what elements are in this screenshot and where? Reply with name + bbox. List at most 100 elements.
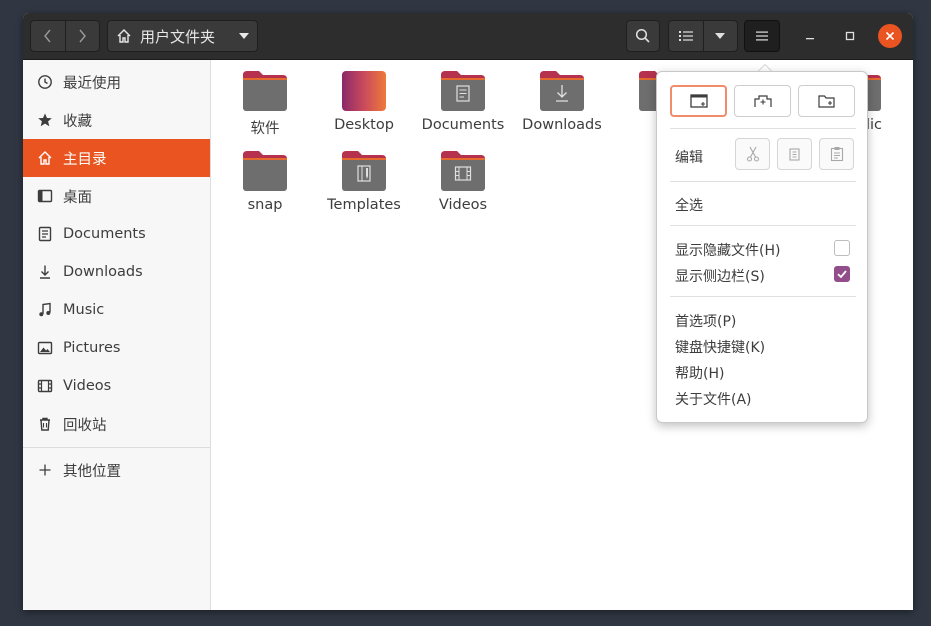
cut-button[interactable] (735, 138, 770, 170)
sidebar-item-label: 收藏 (63, 113, 92, 130)
chevron-down-icon (715, 33, 726, 39)
path-label: 用户文件夹 (140, 27, 216, 46)
show-hidden-files-menu-item[interactable]: 显示隐藏文件(H) (675, 240, 780, 260)
sidebar-item-music[interactable]: Music (23, 291, 210, 329)
view-buttons (668, 20, 738, 52)
file-name: Templates (327, 197, 401, 213)
home-icon (117, 29, 131, 43)
file-item[interactable]: Videos (418, 149, 508, 225)
file-item[interactable]: 软件 (220, 69, 310, 145)
popover-action-row (670, 85, 855, 117)
file-name: Documents (421, 117, 505, 133)
sidebar-item-label: Downloads (63, 264, 143, 280)
new-tab-button[interactable] (734, 85, 791, 117)
copy-button[interactable] (777, 138, 812, 170)
new-folder-icon (817, 95, 835, 108)
show-sidebar-menu-item[interactable]: 显示侧边栏(S) (675, 266, 765, 286)
desktop-folder-icon (342, 71, 386, 111)
paste-icon (830, 147, 843, 162)
close-button[interactable] (878, 24, 902, 48)
home-icon (37, 150, 53, 166)
show-hidden-files-checkbox[interactable] (834, 240, 850, 256)
file-name: lic (865, 117, 883, 133)
back-icon (44, 29, 51, 43)
sidebar-item-pictures[interactable]: Pictures (23, 329, 210, 367)
downloads-folder-icon (540, 71, 584, 111)
sidebar-item-starred[interactable]: 收藏 (23, 101, 210, 139)
clock-icon (37, 74, 53, 90)
sidebar-item-trash[interactable]: 回收站 (23, 405, 210, 443)
main-menu-popover: 编辑 全选 显示隐藏文件(H) 显示侧边栏(S) 首选项(P) 键盘快捷键(K)… (656, 71, 868, 423)
search-icon (635, 28, 650, 43)
folder-icon (243, 71, 287, 111)
preferences-menu-item[interactable]: 首选项(P) (675, 311, 736, 331)
file-item[interactable]: snap (220, 149, 310, 225)
sidebar-item-home[interactable]: 主目录 (23, 139, 210, 177)
new-folder-button[interactable] (798, 85, 855, 117)
sidebar-item-documents[interactable]: Documents (23, 215, 210, 253)
file-item[interactable]: Desktop (319, 69, 409, 145)
edit-label: 编辑 (675, 150, 703, 166)
file-name: snap (247, 197, 283, 213)
music-icon (37, 302, 53, 318)
keyboard-shortcuts-menu-item[interactable]: 键盘快捷键(K) (675, 337, 765, 357)
templates-folder-icon (342, 151, 386, 191)
file-name: Videos (438, 197, 488, 213)
file-item[interactable]: Templates (319, 149, 409, 225)
plus-icon (37, 462, 53, 478)
list-view-button[interactable] (669, 21, 703, 51)
places-sidebar: 最近使用 收藏 主目录 桌面 Documents Downloads Music (23, 60, 211, 610)
sidebar-item-label: Pictures (63, 340, 121, 356)
back-button[interactable] (31, 21, 65, 51)
copy-icon (788, 148, 800, 161)
path-bar-button[interactable]: 用户文件夹 (107, 20, 258, 52)
document-icon (37, 226, 53, 242)
sidebar-item-label: 回收站 (63, 417, 107, 434)
popover-separator (670, 296, 856, 297)
file-item[interactable]: Documents (418, 69, 508, 145)
file-name: 软件 (250, 121, 280, 137)
file-name: Desktop (334, 117, 394, 133)
popover-separator (670, 181, 856, 182)
popover-separator (670, 128, 856, 129)
picture-icon (37, 340, 53, 356)
sidebar-item-downloads[interactable]: Downloads (23, 253, 210, 291)
checkmark-icon (837, 270, 847, 279)
minimize-button[interactable] (798, 24, 822, 48)
sidebar-item-label: Music (63, 302, 105, 318)
videos-folder-icon (441, 151, 485, 191)
search-button[interactable] (626, 20, 660, 52)
video-icon (37, 378, 53, 394)
file-item[interactable]: Downloads (517, 69, 607, 145)
edit-button-row (735, 138, 854, 170)
sidebar-item-other-locations[interactable]: 其他位置 (23, 451, 210, 489)
forward-button[interactable] (64, 21, 99, 51)
select-all-menu-item[interactable]: 全选 (675, 195, 703, 215)
download-icon (37, 264, 53, 280)
sidebar-item-label: 最近使用 (63, 75, 121, 92)
sidebar-item-label: Videos (63, 378, 112, 394)
chevron-down-icon (239, 33, 249, 39)
sidebar-separator (23, 447, 210, 448)
view-options-button[interactable] (702, 21, 737, 51)
list-view-icon (678, 31, 693, 41)
sidebar-item-label: 桌面 (63, 189, 92, 206)
cut-icon (746, 146, 759, 162)
popover-separator (670, 225, 856, 226)
documents-folder-icon (441, 71, 485, 111)
star-icon (37, 112, 53, 128)
minimize-icon (806, 38, 814, 40)
sidebar-item-videos[interactable]: Videos (23, 367, 210, 405)
help-menu-item[interactable]: 帮助(H) (675, 363, 724, 383)
main-menu-button[interactable] (744, 20, 780, 52)
forward-icon (79, 29, 87, 43)
desktop-icon (37, 188, 53, 204)
paste-button[interactable] (819, 138, 854, 170)
new-window-button[interactable] (670, 85, 727, 117)
maximize-button[interactable] (838, 24, 862, 48)
sidebar-item-desktop[interactable]: 桌面 (23, 177, 210, 215)
about-menu-item[interactable]: 关于文件(A) (675, 389, 752, 409)
show-sidebar-checkbox[interactable] (834, 266, 850, 282)
sidebar-item-label: 主目录 (63, 151, 107, 168)
sidebar-item-recent[interactable]: 最近使用 (23, 63, 210, 101)
